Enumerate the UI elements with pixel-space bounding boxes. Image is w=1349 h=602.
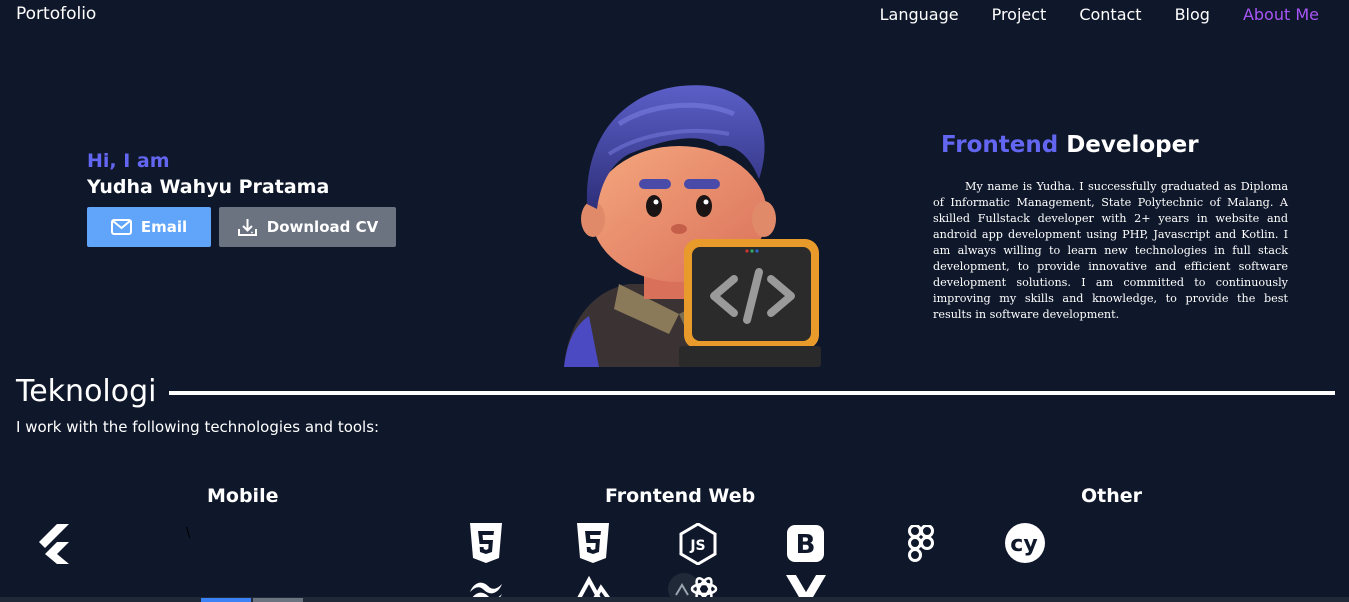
svg-text:B: B (796, 530, 816, 560)
person-name: Yudha Wahyu Pratama (87, 176, 330, 198)
category-other: Other (1081, 485, 1143, 507)
hero-buttons: Email Download CV (87, 207, 396, 247)
flutter-icon (39, 524, 69, 564)
nodejs-icon: JS (679, 523, 717, 565)
css3-icon: 3 (577, 523, 609, 563)
navbar: Portofolio Language Project Contact Blog… (0, 0, 1349, 32)
svg-text:JS: JS (689, 538, 705, 554)
nav-link-blog[interactable]: Blog (1175, 5, 1210, 24)
hero-intro: Hi, I am Yudha Wahyu Pratama Email Downl… (87, 150, 396, 247)
stray-character: \ (186, 526, 191, 541)
section-subtitle: I work with the following technologies a… (16, 418, 380, 436)
brand-logo[interactable]: Portofolio (16, 4, 96, 24)
download-icon (237, 218, 257, 236)
about-section: Frontend Developer My name is Yudha. I s… (933, 132, 1288, 323)
section-divider (169, 391, 1335, 395)
nav-link-about-me[interactable]: About Me (1243, 5, 1319, 24)
bio-paragraph: My name is Yudha. I successfully graduat… (933, 180, 1288, 321)
nav-link-language[interactable]: Language (880, 5, 959, 24)
html5-icon (470, 523, 502, 563)
category-mobile: Mobile (207, 485, 279, 507)
developer-avatar-illustration (564, 85, 821, 367)
role-title: Frontend Developer (941, 132, 1288, 158)
download-cv-button[interactable]: Download CV (219, 207, 396, 247)
mail-icon (110, 219, 132, 235)
download-cv-label: Download CV (266, 218, 379, 236)
email-button-label: Email (140, 218, 188, 236)
nav-link-contact[interactable]: Contact (1079, 5, 1141, 24)
section-title: Teknologi (16, 374, 157, 409)
role-title-accent: Frontend (941, 132, 1059, 158)
cypress-icon: cy (1005, 523, 1045, 563)
figma-icon (908, 525, 934, 562)
carousel-indicator[interactable] (253, 598, 303, 602)
category-frontend-web: Frontend Web (605, 485, 756, 507)
greeting: Hi, I am (87, 150, 170, 172)
nav-links: Language Project Contact Blog About Me (847, 5, 1319, 24)
svg-text:cy: cy (1010, 532, 1037, 557)
role-title-rest: Developer (1066, 132, 1199, 158)
nav-link-project[interactable]: Project (992, 5, 1047, 24)
bootstrap-icon: B (787, 525, 824, 562)
carousel-indicator-active[interactable] (201, 598, 251, 602)
email-button[interactable]: Email (87, 207, 211, 247)
